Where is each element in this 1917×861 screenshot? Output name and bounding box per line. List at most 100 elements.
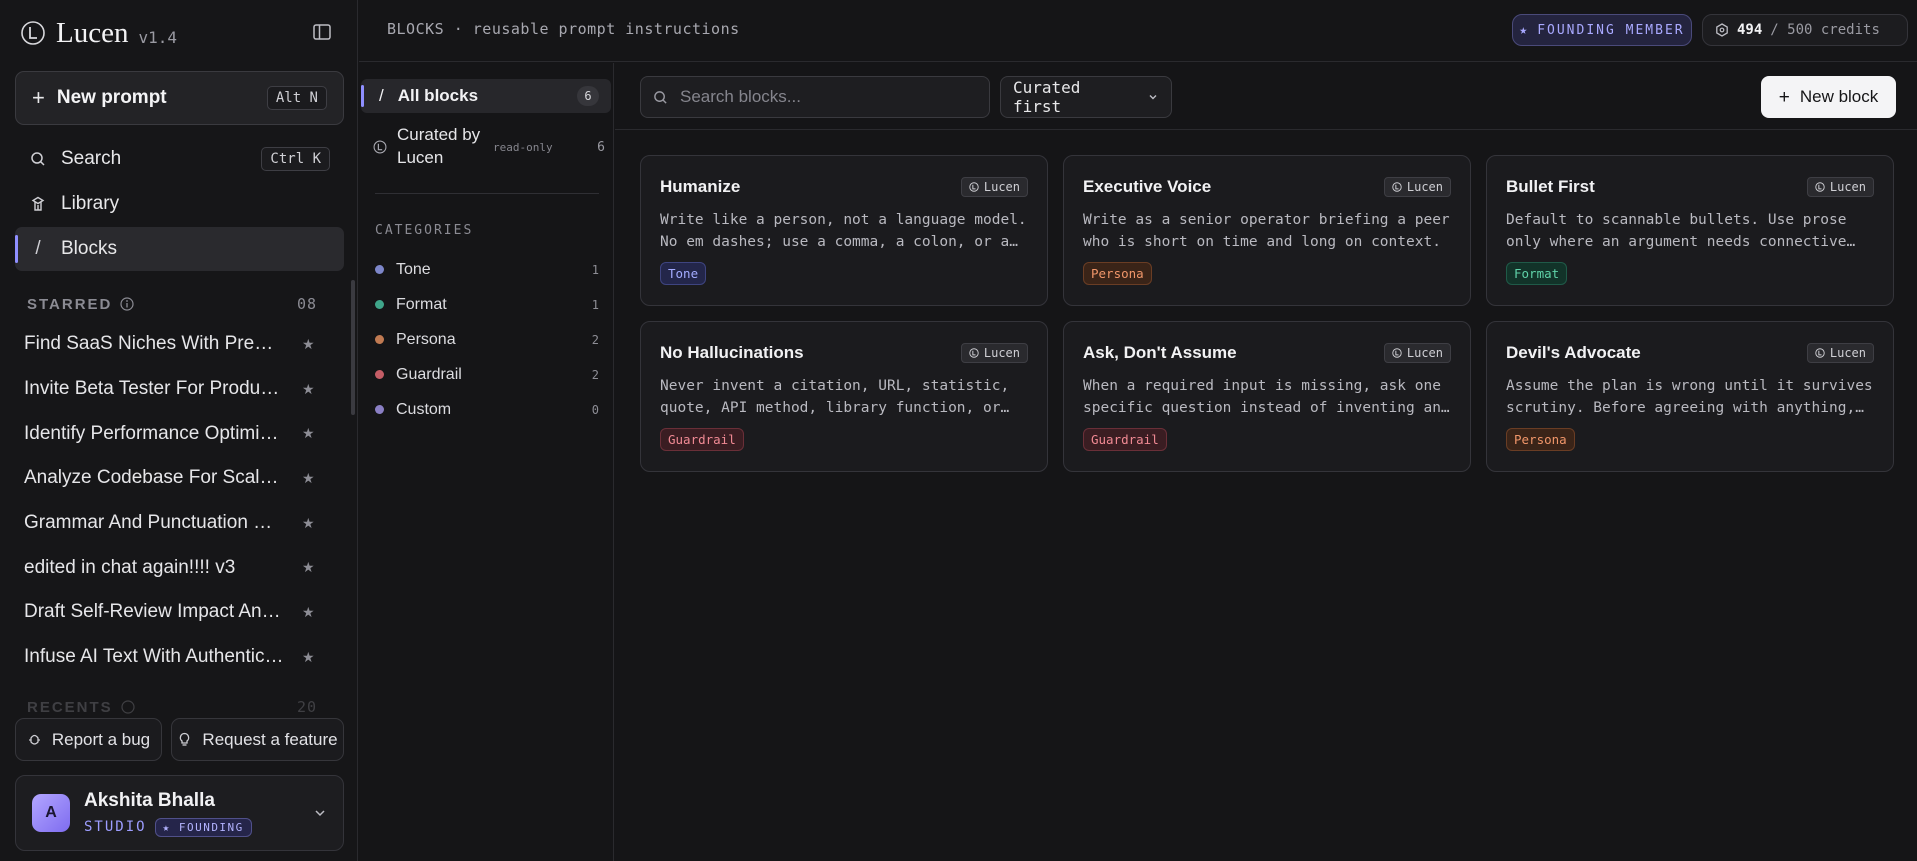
source-label: Lucen	[1829, 346, 1866, 360]
list-item[interactable]: edited in chat again!!!! v3 ★	[24, 545, 324, 590]
category-item-guardrail[interactable]: Guardrail 2	[375, 357, 599, 392]
credits-icon	[1716, 23, 1728, 37]
star-icon[interactable]: ★	[302, 515, 316, 532]
lucen-logo-icon	[1815, 182, 1825, 192]
search-box[interactable]	[640, 76, 990, 118]
block-title: Ask, Don't Assume	[1083, 343, 1237, 362]
search-input[interactable]	[680, 87, 977, 107]
star-icon[interactable]: ★	[302, 425, 316, 442]
category-item-format[interactable]: Format 1	[375, 287, 599, 322]
block-description: When a required input is missing, ask on…	[1083, 378, 1441, 416]
plus-icon: +	[32, 85, 45, 110]
slash-icon: /	[379, 86, 384, 105]
filter-all-blocks[interactable]: / All blocks 6	[361, 79, 611, 113]
recents-count: 20	[296, 698, 317, 716]
founding-member-badge[interactable]: ★ FOUNDING MEMBER	[1512, 14, 1692, 46]
new-prompt-button[interactable]: + New prompt Alt N	[15, 71, 344, 125]
block-card[interactable]: Bullet First Lucen Default to scannable …	[1486, 155, 1894, 306]
block-title: Bullet First	[1506, 177, 1595, 196]
sort-dropdown[interactable]: Curated first	[1000, 76, 1172, 118]
source-label: Lucen	[983, 180, 1020, 194]
star-icon[interactable]: ★	[302, 649, 316, 666]
filter-curated-by-lucen[interactable]: Curated by Lucen read-only 6	[373, 121, 609, 173]
category-item-custom[interactable]: Custom 0	[375, 392, 599, 427]
star-icon[interactable]: ★	[302, 559, 316, 576]
star-icon[interactable]: ★	[302, 470, 316, 487]
filter-count: 6	[597, 139, 605, 155]
block-card[interactable]: Devil's Advocate Lucen Assume the plan i…	[1486, 321, 1894, 472]
list-item[interactable]: Infuse AI Text With Authentic Human Voic…	[24, 635, 324, 680]
sidebar-item-blocks[interactable]: / Blocks	[15, 227, 344, 271]
category-dot	[375, 265, 384, 274]
block-title: No Hallucinations	[660, 343, 804, 362]
lucen-logo-icon	[1392, 182, 1402, 192]
user-name: Akshita Bhalla	[84, 789, 215, 811]
chevron-down-icon[interactable]	[313, 806, 327, 820]
app-version: v1.4	[138, 27, 177, 47]
star-icon[interactable]: ★	[302, 604, 316, 621]
block-title: Executive Voice	[1083, 177, 1212, 196]
sidebar-toggle-icon[interactable]	[312, 22, 332, 42]
lucen-logo-icon	[373, 140, 387, 154]
source-label: Lucen	[983, 346, 1020, 360]
request-feature-button[interactable]: Request a feature	[171, 718, 344, 761]
chevron-down-icon	[1149, 95, 1157, 100]
lucen-logo-icon	[21, 21, 45, 45]
lucen-logo-icon	[969, 348, 979, 358]
block-title: Devil's Advocate	[1506, 343, 1641, 362]
recents-section-header: RECENTS 20	[27, 697, 317, 717]
source-label: Lucen	[1829, 180, 1866, 194]
credits-used: 494	[1737, 22, 1763, 38]
category-tag: Persona	[1083, 262, 1152, 285]
lightbulb-icon	[180, 732, 190, 746]
report-bug-button[interactable]: Report a bug	[15, 718, 162, 761]
founding-badge: ★ FOUNDING	[154, 817, 252, 837]
user-menu[interactable]: A Akshita Bhalla STUDIO ★ FOUNDING	[15, 775, 344, 851]
recents-title: RECENTS	[27, 698, 113, 716]
category-panel: / All blocks 6 Curated by Lucen read-onl…	[359, 63, 614, 861]
star-icon[interactable]: ★	[302, 336, 316, 353]
list-item[interactable]: Invite Beta Tester For Product Testing★	[24, 367, 324, 412]
sidebar-scrollbar[interactable]	[351, 280, 355, 415]
filter-count: 6	[577, 86, 599, 106]
block-card[interactable]: Ask, Don't Assume Lucen When a required …	[1063, 321, 1471, 472]
block-card[interactable]: No Hallucinations Lucen Never invent a c…	[640, 321, 1048, 472]
list-item[interactable]: Draft Self-Review Impact And Evidence★	[24, 590, 324, 635]
block-card[interactable]: Humanize Lucen Write like a person, not …	[640, 155, 1048, 306]
sidebar-item-library[interactable]: Library	[15, 182, 344, 226]
new-block-button[interactable]: + New block	[1761, 76, 1896, 118]
new-block-label: New block	[1799, 87, 1879, 106]
library-icon	[29, 195, 47, 213]
star-icon: ★	[1519, 22, 1530, 38]
categories-title: CATEGORIES	[375, 223, 474, 238]
block-description: Assume the plan is wrong until it surviv…	[1506, 378, 1873, 416]
read-only-label: read-only	[493, 140, 553, 154]
list-item[interactable]: Grammar And Punctuation Review ★	[24, 501, 324, 546]
category-dot	[375, 335, 384, 344]
top-bar: BLOCKS · reusable prompt instructions ★ …	[359, 0, 1917, 62]
block-description: Default to scannable bullets. Use prose …	[1506, 212, 1847, 250]
info-icon[interactable]	[120, 297, 134, 311]
category-item-tone[interactable]: Tone 1	[375, 252, 599, 287]
brand[interactable]: Lucen v1.4	[20, 16, 177, 50]
star-icon[interactable]: ★	[302, 381, 316, 398]
category-dot	[375, 370, 384, 379]
card-header: Executive Voice Lucen	[1083, 174, 1451, 200]
divider	[375, 193, 599, 194]
app-name: Lucen	[56, 16, 129, 49]
list-item[interactable]: Analyze Codebase For Scalability Issues★	[24, 456, 324, 501]
category-tag: Guardrail	[1083, 428, 1167, 451]
list-item[interactable]: Find SaaS Niches With Premium Pricing★	[24, 322, 324, 367]
user-meta: STUDIO ★ FOUNDING	[84, 817, 299, 837]
card-header: Ask, Don't Assume Lucen	[1083, 340, 1451, 366]
block-description: Write as a senior operator briefing a pe…	[1083, 212, 1450, 250]
category-item-persona[interactable]: Persona 2	[375, 322, 599, 357]
sidebar-item-search[interactable]: Search Ctrl K	[15, 137, 344, 181]
list-item[interactable]: Identify Performance Optimization Opport…	[24, 411, 324, 456]
slash-icon: /	[35, 238, 41, 259]
block-card[interactable]: Executive Voice Lucen Write as a senior …	[1063, 155, 1471, 306]
plus-icon: +	[1778, 86, 1790, 108]
source-chip: Lucen	[960, 177, 1028, 197]
card-header: Humanize Lucen	[660, 174, 1028, 200]
credits-indicator[interactable]: 494 / 500 credits	[1702, 14, 1908, 46]
